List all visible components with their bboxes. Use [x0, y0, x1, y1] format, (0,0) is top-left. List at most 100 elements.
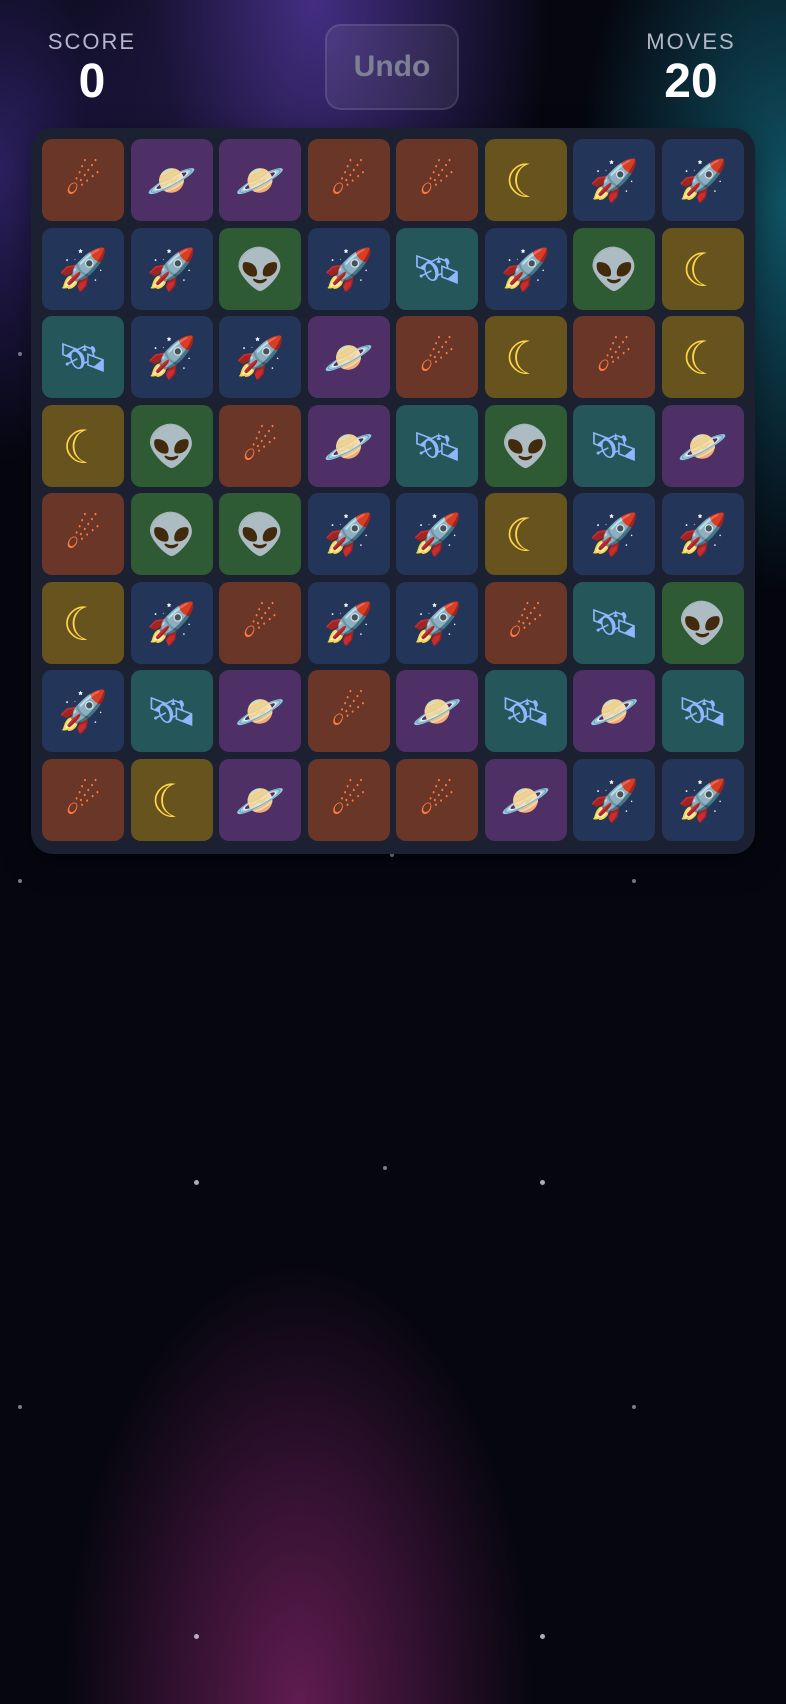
score-label: SCORE [47, 29, 137, 54]
tile-moon[interactable]: ☾ [484, 139, 567, 221]
rocket-icon: 🚀 [589, 513, 639, 557]
satellite-icon: 🛰 [588, 424, 640, 469]
alien-icon: 👽 [677, 601, 728, 646]
rocket-icon: 🚀 [58, 247, 108, 292]
tile-comet[interactable]: ☄ [484, 581, 567, 664]
tile-sat[interactable]: 🛰 [573, 404, 655, 487]
tile-moon[interactable]: ☾ [42, 404, 124, 487]
rocket-icon: 🚀 [677, 159, 728, 203]
tile-sat[interactable]: 🛰 [573, 581, 655, 664]
tile-alien[interactable]: 👽 [484, 404, 567, 487]
satellite-icon: 🛰 [411, 424, 463, 469]
moon-icon: ☾ [62, 597, 104, 650]
alien-icon: 👽 [500, 424, 551, 469]
tile-rocket[interactable]: 🚀 [661, 758, 744, 841]
tile-sat[interactable]: 🛰 [484, 670, 567, 752]
tile-alien[interactable]: 👽 [219, 493, 301, 575]
tile-rocket[interactable]: 🚀 [661, 139, 744, 221]
tile-alien[interactable]: 👽 [130, 404, 213, 487]
score-display: SCORE 0 [42, 30, 142, 110]
tile-rocket[interactable]: 🚀 [130, 227, 213, 310]
tile-moon[interactable]: ☾ [484, 493, 567, 575]
tile-comet[interactable]: ☄ [307, 139, 390, 221]
tile-grid: ☄ 🪐 🪐 ☄ ☄ ☾ 🚀 🚀 🚀 🚀 👽 🚀 🛰 🚀 👽 ☾ 🛰 🚀 🚀 🪐 ☄ ☾ ☄ ☾ ☾ 👽 ☄ 🪐 🛰 👽 🛰 🪐 ☄ 👽 👽 🚀 🚀 ☾ 🚀 🚀… [42, 139, 744, 841]
tile-rocket[interactable]: 🚀 [307, 581, 390, 664]
rocket-icon: 🚀 [146, 247, 197, 292]
tile-comet[interactable]: ☄ [307, 758, 390, 841]
tile-rocket[interactable]: 🚀 [130, 316, 213, 398]
tile-sat[interactable]: 🛰 [42, 316, 124, 398]
tile-comet[interactable]: ☄ [573, 316, 655, 398]
satellite-icon: 🛰 [146, 690, 197, 734]
star-decoration [383, 1166, 387, 1170]
moon-icon: ☾ [681, 243, 724, 296]
tile-alien[interactable]: 👽 [661, 581, 744, 664]
tile-rocket[interactable]: 🚀 [573, 493, 655, 575]
undo-button[interactable]: Undo [325, 24, 459, 110]
tile-comet[interactable]: ☄ [396, 758, 478, 841]
star-decoration [632, 1405, 636, 1409]
tile-comet[interactable]: ☄ [42, 139, 124, 221]
moves-label: MOVES [646, 29, 736, 54]
tile-planet[interactable]: 🪐 [219, 758, 301, 841]
tile-moon[interactable]: ☾ [130, 758, 213, 841]
alien-icon: 👽 [235, 247, 285, 292]
tile-planet[interactable]: 🪐 [661, 404, 744, 487]
tile-planet[interactable]: 🪐 [484, 758, 567, 841]
tile-moon[interactable]: ☾ [661, 316, 744, 398]
tile-planet[interactable]: 🪐 [396, 670, 478, 752]
tile-alien[interactable]: 👽 [219, 227, 301, 310]
tile-planet[interactable]: 🪐 [307, 404, 390, 487]
tile-sat[interactable]: 🛰 [661, 670, 744, 752]
tile-moon[interactable]: ☾ [42, 581, 124, 664]
tile-rocket[interactable]: 🚀 [573, 139, 655, 221]
tile-sat[interactable]: 🛰 [130, 670, 213, 752]
planet-icon: 🪐 [323, 424, 374, 469]
rocket-icon: 🚀 [146, 336, 197, 380]
planet-icon: 🪐 [146, 159, 197, 203]
tile-rocket[interactable]: 🚀 [396, 493, 478, 575]
tile-planet[interactable]: 🪐 [307, 316, 390, 398]
tile-planet[interactable]: 🪐 [219, 139, 301, 221]
tile-rocket[interactable]: 🚀 [219, 316, 301, 398]
tile-alien[interactable]: 👽 [573, 227, 655, 310]
tile-comet[interactable]: ☄ [42, 493, 124, 575]
tile-planet[interactable]: 🪐 [219, 670, 301, 752]
tile-comet[interactable]: ☄ [396, 139, 478, 221]
tile-comet[interactable]: ☄ [307, 670, 390, 752]
comet-icon: ☄ [507, 601, 544, 646]
tile-moon[interactable]: ☾ [661, 227, 744, 310]
tile-rocket[interactable]: 🚀 [307, 227, 390, 310]
tile-rocket[interactable]: 🚀 [130, 581, 213, 664]
comet-icon: ☄ [65, 778, 101, 823]
tile-rocket[interactable]: 🚀 [396, 581, 478, 664]
alien-icon: 👽 [146, 424, 197, 469]
tile-comet[interactable]: ☄ [219, 581, 301, 664]
tile-comet[interactable]: ☄ [42, 758, 124, 841]
tile-rocket[interactable]: 🚀 [484, 227, 567, 310]
tile-moon[interactable]: ☾ [484, 316, 567, 398]
tile-sat[interactable]: 🛰 [396, 227, 478, 310]
moves-display: MOVES 20 [636, 30, 746, 110]
tile-rocket[interactable]: 🚀 [573, 758, 655, 841]
alien-icon: 👽 [235, 513, 285, 557]
satellite-icon: 🛰 [411, 247, 463, 292]
tile-rocket[interactable]: 🚀 [661, 493, 744, 575]
planet-icon: 🪐 [589, 690, 639, 734]
planet-icon: 🪐 [677, 424, 728, 469]
tile-sat[interactable]: 🛰 [396, 404, 478, 487]
star-decoration [18, 879, 22, 883]
moon-icon: ☾ [62, 420, 104, 473]
planet-icon: 🪐 [323, 336, 374, 380]
tile-planet[interactable]: 🪐 [130, 139, 213, 221]
tile-rocket[interactable]: 🚀 [42, 227, 124, 310]
tile-rocket[interactable]: 🚀 [42, 670, 124, 752]
tile-comet[interactable]: ☄ [396, 316, 478, 398]
tile-planet[interactable]: 🪐 [573, 670, 655, 752]
tile-alien[interactable]: 👽 [130, 493, 213, 575]
satellite-icon: 🛰 [677, 690, 728, 734]
tile-rocket[interactable]: 🚀 [307, 493, 390, 575]
planet-icon: 🪐 [235, 159, 285, 203]
moon-icon: ☾ [150, 774, 193, 827]
tile-comet[interactable]: ☄ [219, 404, 301, 487]
